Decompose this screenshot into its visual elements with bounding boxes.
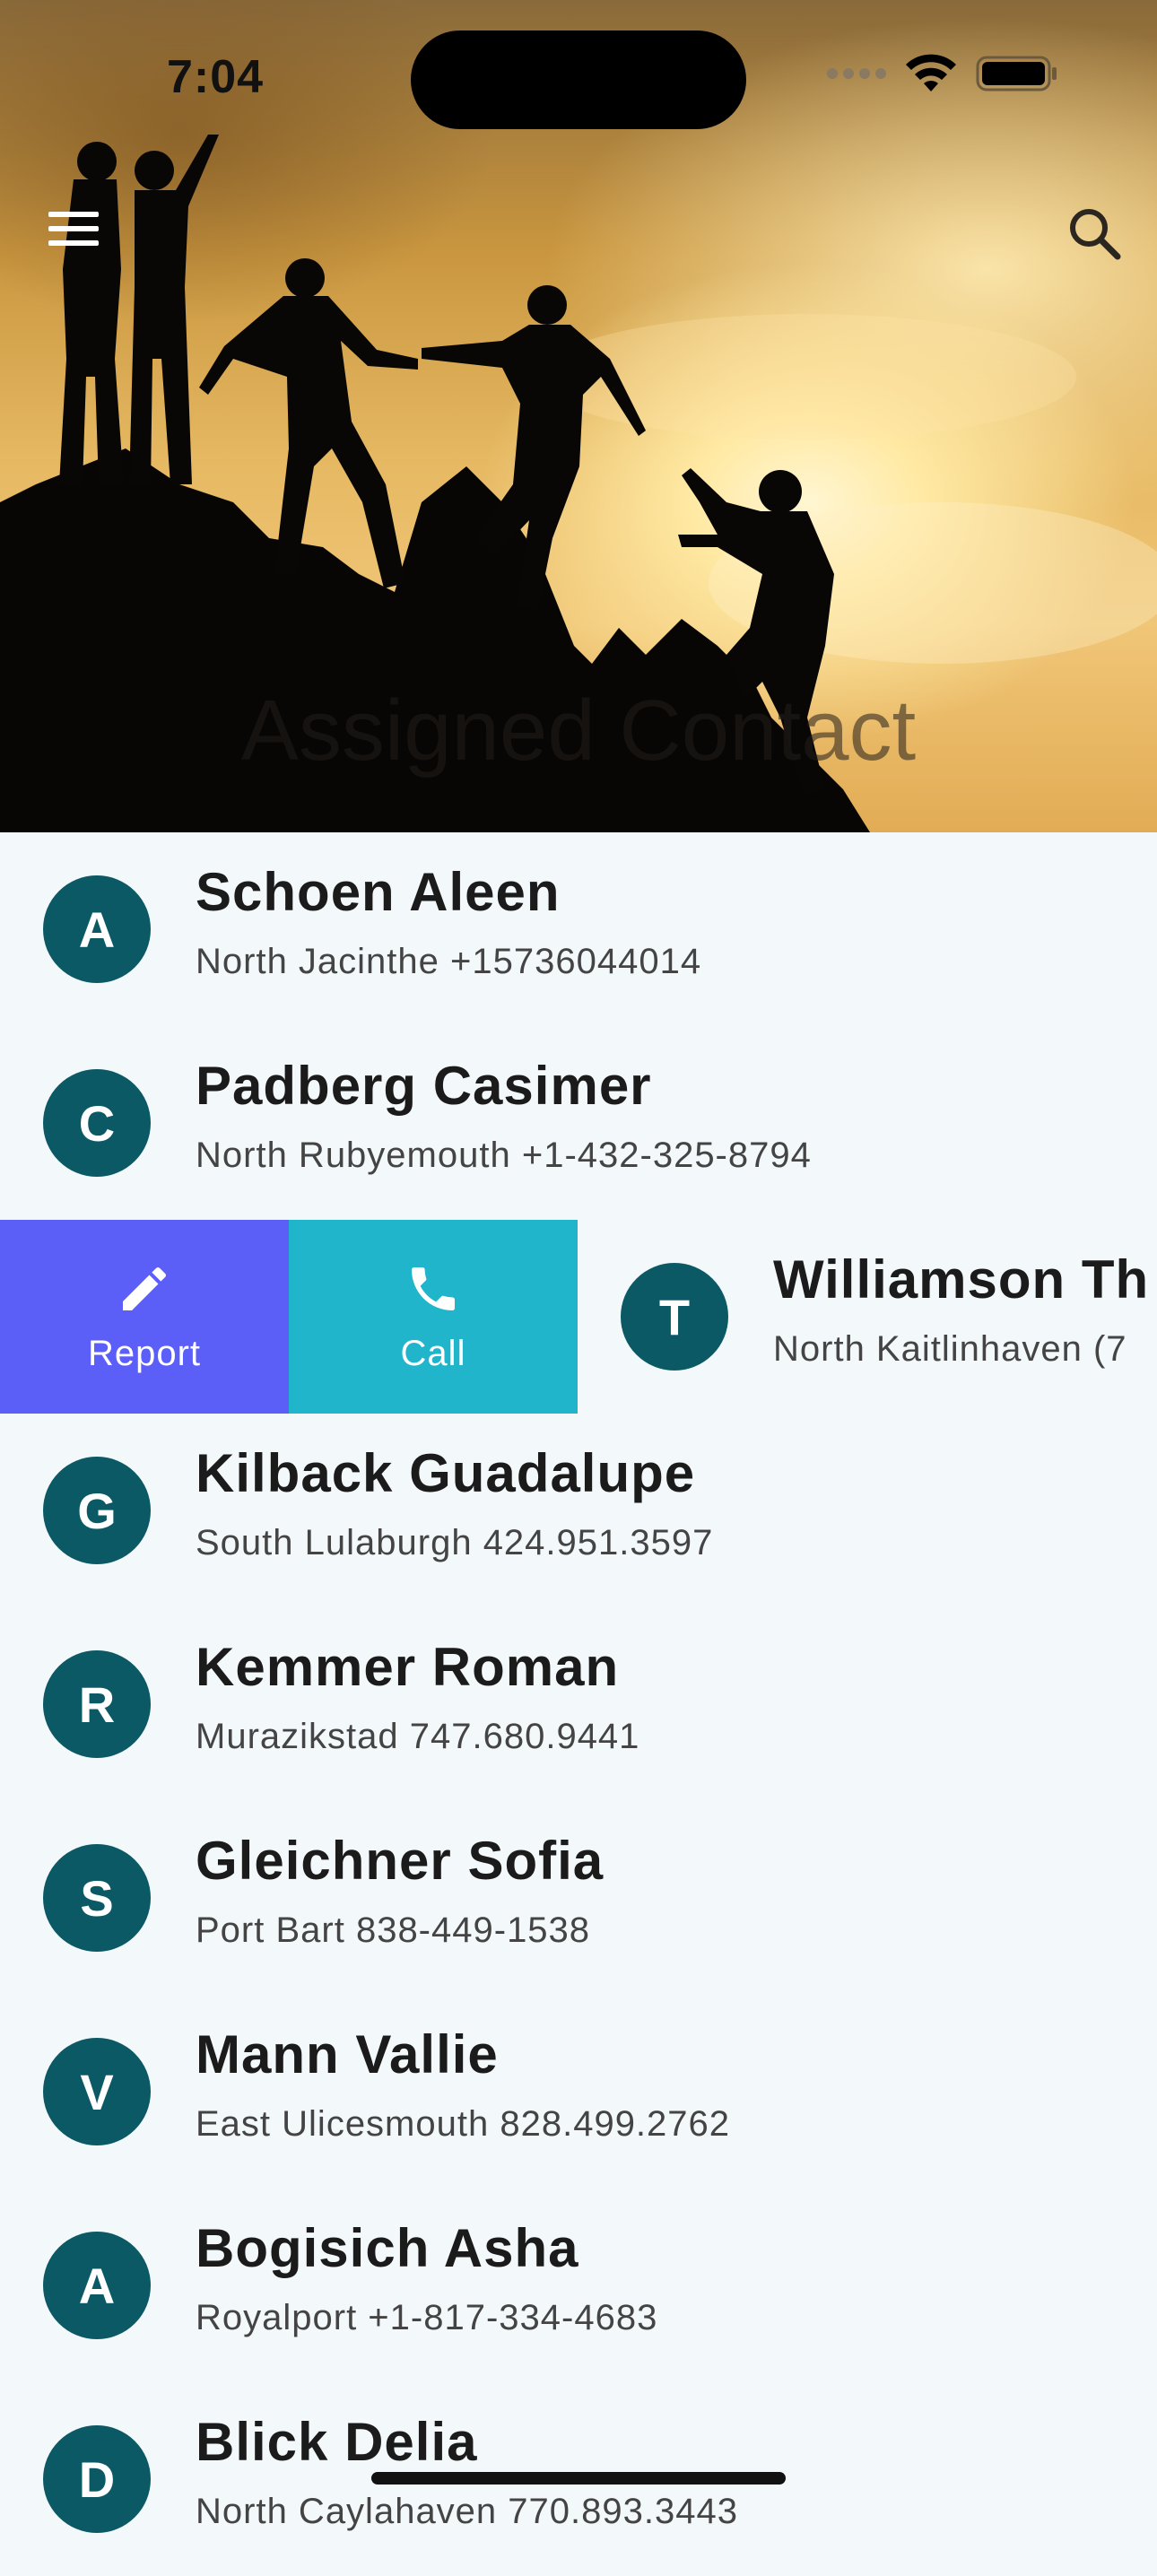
contact-name: Williamson Th xyxy=(773,1249,1150,1310)
cellular-signal-icon xyxy=(827,68,886,79)
avatar: C xyxy=(43,1069,151,1177)
contact-detail: Royalport +1-817-334-4683 xyxy=(196,2298,658,2337)
contact-name: Kemmer Roman xyxy=(196,1637,620,1697)
avatar: D xyxy=(43,2425,151,2533)
dynamic-island xyxy=(411,30,746,129)
status-indicators xyxy=(827,54,1058,93)
report-button[interactable]: Report xyxy=(0,1220,289,1414)
call-button[interactable]: Call xyxy=(289,1220,578,1414)
contact-name: Gleichner Sofia xyxy=(196,1831,605,1891)
avatar: G xyxy=(43,1457,151,1564)
avatar: T xyxy=(621,1263,728,1371)
header-hero: 7:04 Assigned Contact xyxy=(0,0,1157,832)
contact-row[interactable]: V Mann Vallie East Ulicesmouth 828.499.2… xyxy=(0,1995,1157,2189)
contact-detail: Murazikstad 747.680.9441 xyxy=(196,1717,640,1756)
home-indicator xyxy=(371,2472,786,2485)
phone-icon xyxy=(412,1266,455,1310)
status-time: 7:04 xyxy=(167,51,265,103)
search-icon[interactable] xyxy=(1064,203,1127,265)
swiped-contact-content: T Williamson Th North Kaitlinhaven (7 xyxy=(578,1220,1157,1414)
battery-icon xyxy=(976,54,1058,93)
contact-detail: Port Bart 838-449-1538 xyxy=(196,1910,591,1950)
hamburger-menu-icon[interactable] xyxy=(48,212,99,255)
contact-row[interactable]: S Gleichner Sofia Port Bart 838-449-1538 xyxy=(0,1801,1157,1995)
contact-detail: North Caylahaven 770.893.3443 xyxy=(196,2492,738,2531)
contact-detail: North Rubyemouth +1-432-325-8794 xyxy=(196,1136,812,1175)
contact-name: Mann Vallie xyxy=(196,2024,499,2084)
pencil-icon xyxy=(123,1266,167,1310)
contact-name: Schoen Aleen xyxy=(196,862,561,922)
contact-name: Bogisich Asha xyxy=(196,2218,579,2278)
contact-detail: South Lulaburgh 424.951.3597 xyxy=(196,1523,714,1562)
avatar: A xyxy=(43,875,151,983)
contact-row-swiped[interactable]: Report Call T Williamson Th North Kaitli… xyxy=(0,1220,1157,1414)
contact-row[interactable]: G Kilback Guadalupe South Lulaburgh 424.… xyxy=(0,1414,1157,1607)
avatar: A xyxy=(43,2232,151,2339)
avatar: S xyxy=(43,1844,151,1952)
avatar: R xyxy=(43,1650,151,1758)
contact-name: Padberg Casimer xyxy=(196,1056,652,1116)
call-label: Call xyxy=(400,1333,466,1373)
wifi-icon xyxy=(904,54,958,93)
contact-row[interactable]: R Kemmer Roman Murazikstad 747.680.9441 xyxy=(0,1607,1157,1801)
contact-detail: North Kaitlinhaven (7 xyxy=(773,1329,1127,1369)
page-title: Assigned Contact xyxy=(240,683,917,779)
contact-row[interactable]: C Padberg Casimer North Rubyemouth +1-43… xyxy=(0,1026,1157,1220)
contact-detail: North Jacinthe +15736044014 xyxy=(196,942,702,981)
contact-name: Blick Delia xyxy=(196,2412,478,2472)
contact-detail: East Ulicesmouth 828.499.2762 xyxy=(196,2104,731,2144)
contact-row[interactable]: A Schoen Aleen North Jacinthe +157360440… xyxy=(0,832,1157,1026)
report-label: Report xyxy=(87,1333,202,1373)
avatar: V xyxy=(43,2038,151,2145)
contact-row[interactable]: A Bogisich Asha Royalport +1-817-334-468… xyxy=(0,2189,1157,2382)
contact-name: Kilback Guadalupe xyxy=(196,1443,696,1503)
